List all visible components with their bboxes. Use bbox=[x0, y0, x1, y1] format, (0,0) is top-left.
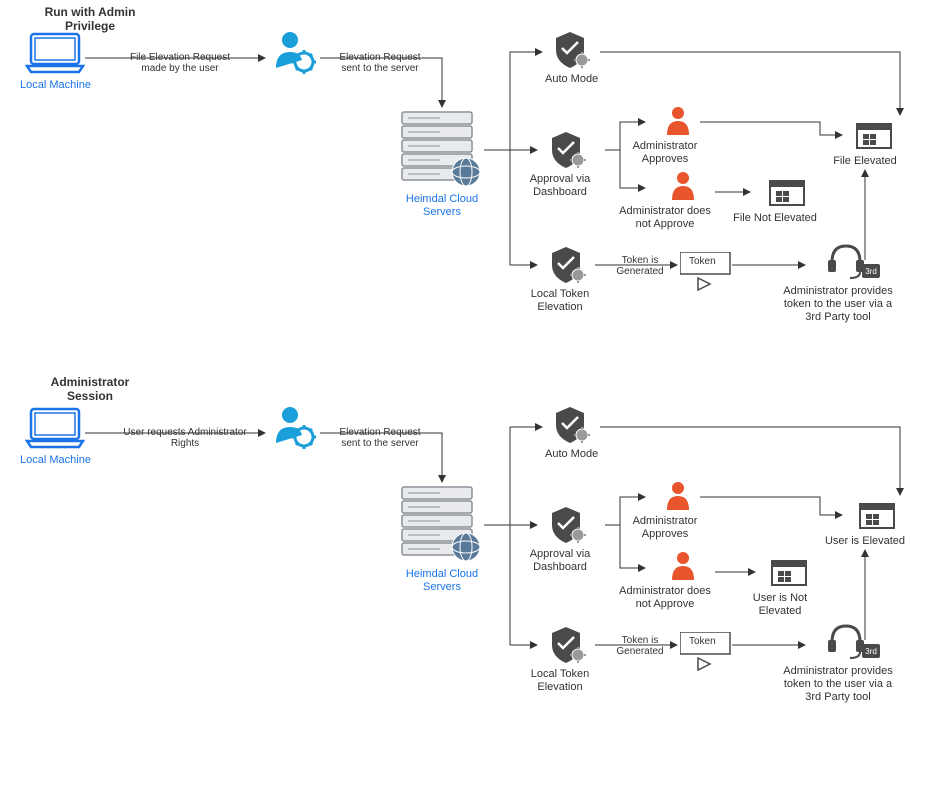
user-gear-1 bbox=[270, 30, 318, 79]
admin-not-approve-2: Administrator does not Approve bbox=[650, 550, 715, 611]
window-icon bbox=[768, 175, 808, 209]
admin-icon bbox=[663, 480, 693, 512]
local-machine-label-1: Local Machine bbox=[20, 79, 91, 92]
laptop-icon bbox=[23, 405, 87, 451]
admin-approves-1: Administrator Approves bbox=[650, 105, 705, 166]
admin-approves-2: Administrator Approves bbox=[650, 480, 705, 541]
edge-elevation-sent-2: Elevation Request sent to the server bbox=[330, 427, 430, 449]
server-icon bbox=[400, 485, 484, 565]
user-gear-icon bbox=[270, 30, 318, 76]
window-icon bbox=[770, 555, 810, 589]
shield-gear-icon bbox=[548, 505, 588, 545]
headset-1: Administrator provides token to the user… bbox=[808, 240, 898, 325]
approval-dashboard-label-1: Approval via Dashboard bbox=[525, 173, 595, 199]
auto-mode-1: Auto Mode bbox=[545, 30, 598, 86]
approval-dashboard-label-2: Approval via Dashboard bbox=[525, 548, 595, 574]
local-token-2: Local Token Elevation bbox=[540, 625, 595, 694]
admin-icon bbox=[668, 550, 698, 582]
admin-not-approve-label-1: Administrator does not Approve bbox=[615, 205, 715, 231]
admin-approves-label-1: Administrator Approves bbox=[625, 140, 705, 166]
file-elevated-label-1: File Elevated bbox=[825, 155, 905, 168]
headset-2: Administrator provides token to the user… bbox=[808, 620, 898, 705]
shield-gear-icon bbox=[548, 245, 588, 285]
file-elevated-1: File Elevated bbox=[845, 118, 905, 168]
diagram1-title: Run with Admin Privilege bbox=[35, 5, 145, 33]
admin-approves-label-2: Administrator Approves bbox=[625, 515, 705, 541]
laptop-icon bbox=[23, 30, 87, 76]
headset-icon bbox=[824, 240, 882, 282]
edge-elevation-sent-1: Elevation Request sent to the server bbox=[330, 52, 430, 74]
token-generated-label-2: Token is Generated bbox=[610, 635, 670, 657]
admin-icon bbox=[668, 170, 698, 202]
user-gear-icon bbox=[270, 405, 318, 451]
shield-gear-icon bbox=[548, 130, 588, 170]
admin-icon bbox=[663, 105, 693, 137]
user-not-elevated-label-2: User is Not Elevated bbox=[740, 592, 820, 618]
shield-gear-icon bbox=[552, 30, 592, 70]
auto-mode-label-1: Auto Mode bbox=[545, 73, 598, 86]
headset-icon bbox=[824, 620, 882, 662]
edge-file-request: File Elevation Request made by the user bbox=[120, 52, 240, 74]
local-machine-2: Local Machine bbox=[20, 405, 91, 467]
auto-mode-label-2: Auto Mode bbox=[545, 448, 598, 461]
file-not-elevated-label-1: File Not Elevated bbox=[730, 212, 820, 225]
shield-gear-icon bbox=[552, 405, 592, 445]
user-elevated-2: User is Elevated bbox=[845, 498, 910, 548]
local-token-label-2: Local Token Elevation bbox=[525, 668, 595, 694]
cloud-servers-1: Heimdal Cloud Servers bbox=[400, 110, 484, 219]
approval-dashboard-2: Approval via Dashboard bbox=[540, 505, 595, 574]
local-token-1: Local Token Elevation bbox=[540, 245, 595, 314]
server-icon bbox=[400, 110, 484, 190]
token-generated-label-1: Token is Generated bbox=[610, 255, 670, 277]
token-text-1: Token bbox=[687, 256, 718, 267]
local-machine-label-2: Local Machine bbox=[20, 454, 91, 467]
auto-mode-2: Auto Mode bbox=[545, 405, 598, 461]
admin-not-approve-1: Administrator does not Approve bbox=[650, 170, 715, 231]
cloud-servers-label-2: Heimdal Cloud Servers bbox=[400, 568, 484, 594]
local-machine-1: Local Machine bbox=[20, 30, 91, 92]
user-gear-2 bbox=[270, 405, 318, 454]
token-text-2: Token bbox=[687, 636, 718, 647]
user-elevated-label-2: User is Elevated bbox=[820, 535, 910, 548]
admin-provides-label-2: Administrator provides token to the user… bbox=[778, 665, 898, 705]
cloud-servers-2: Heimdal Cloud Servers bbox=[400, 485, 484, 594]
diagram2-title: Administrator Session bbox=[35, 375, 145, 403]
window-icon bbox=[858, 498, 898, 532]
approval-dashboard-1: Approval via Dashboard bbox=[540, 130, 595, 199]
admin-provides-label-1: Administrator provides token to the user… bbox=[778, 285, 898, 325]
cloud-servers-label-1: Heimdal Cloud Servers bbox=[400, 193, 484, 219]
window-icon bbox=[855, 118, 895, 152]
file-not-elevated-1: File Not Elevated bbox=[755, 175, 820, 225]
user-not-elevated-2: User is Not Elevated bbox=[760, 555, 820, 618]
admin-not-approve-label-2: Administrator does not Approve bbox=[615, 585, 715, 611]
local-token-label-1: Local Token Elevation bbox=[525, 288, 595, 314]
edge-user-requests: User requests Administrator Rights bbox=[120, 427, 250, 449]
shield-gear-icon bbox=[548, 625, 588, 665]
